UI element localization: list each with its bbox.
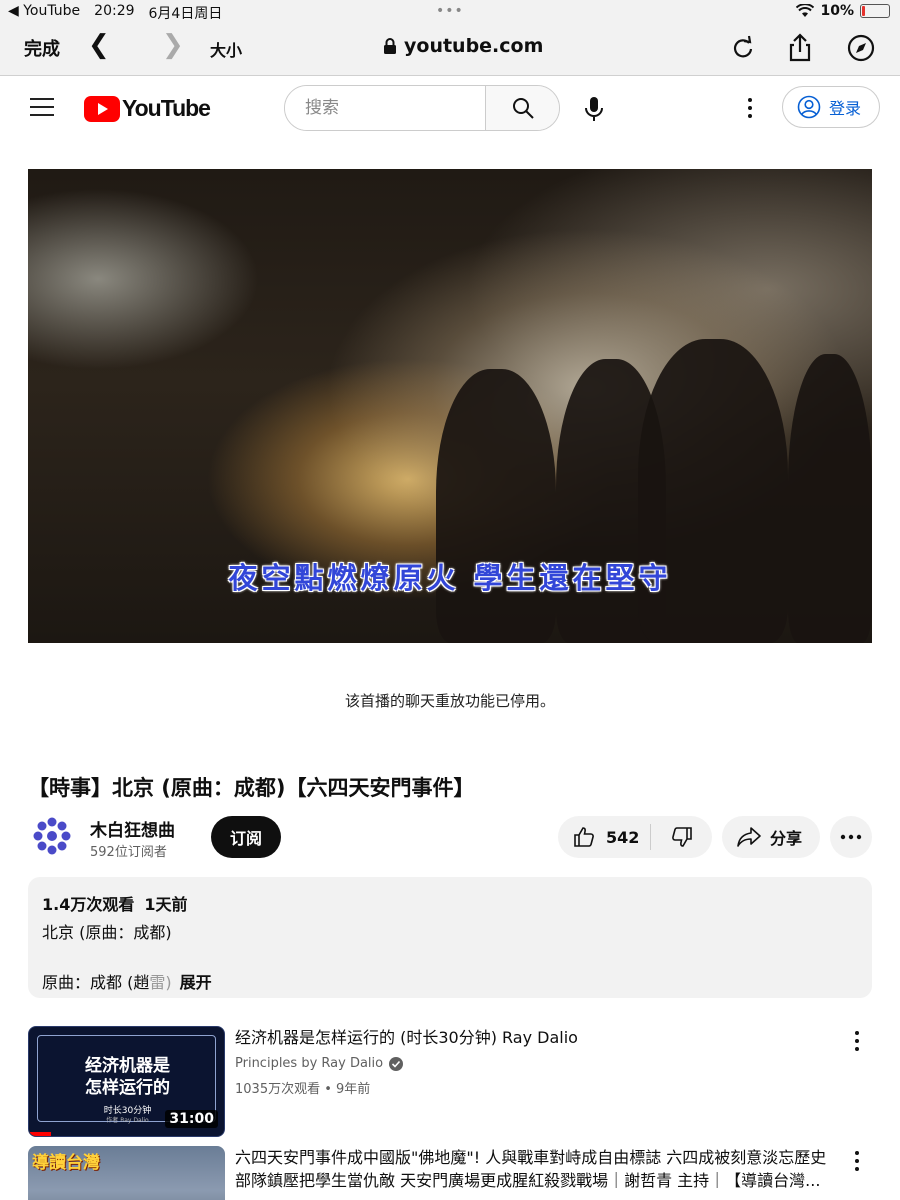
chat-replay-notice: 该首播的聊天重放功能已停用。 — [344, 692, 555, 710]
youtube-logo-text: YouTube — [122, 95, 211, 121]
youtube-play-icon — [84, 95, 120, 122]
watch-progress-bar — [29, 1132, 51, 1136]
description-box[interactable]: 1.4万次观看 1天前 北京 (原曲：成都) 原曲：成都 (趙 雷) 展开 — [28, 877, 872, 998]
verified-icon — [389, 1056, 404, 1071]
subscriber-count: 592位订阅者 — [90, 845, 167, 860]
back-to-app-link[interactable]: ◀ YouTube — [8, 3, 80, 23]
compass-icon[interactable] — [845, 32, 877, 64]
multitasking-dots[interactable]: ••• — [436, 3, 464, 19]
search-icon — [512, 98, 534, 119]
menu-icon[interactable] — [30, 98, 54, 116]
share-icon[interactable] — [784, 32, 816, 64]
back-chevron-icon[interactable]: ❮ — [88, 30, 110, 60]
address-bar[interactable]: youtube.com — [383, 35, 543, 57]
search-box: 搜索 — [284, 85, 560, 131]
like-dislike-group: 542 — [558, 816, 712, 858]
video-duration: 31:00 — [165, 1110, 218, 1128]
login-button[interactable]: 登录 — [782, 86, 880, 128]
recommended-channel-name[interactable]: Principles by Ray Dalio — [235, 1056, 383, 1071]
video-subtitle: 夜空點燃燎原火 學生還在堅守 — [228, 561, 672, 595]
video-thumbnail[interactable]: 经济机器是 怎样运行的 时长30分钟 作者 Ray Dalio 31:00 — [28, 1026, 225, 1137]
dislike-button[interactable] — [651, 825, 712, 849]
recommended-video-title[interactable]: 经济机器是怎样运行的 (时长30分钟) Ray Dalio — [235, 1026, 835, 1049]
recommended-video[interactable]: 導讀台灣 六四天安門事件成中國版"佛地魔"! 人與戰車對峙成自由標誌 六四成被刻… — [28, 1146, 872, 1200]
more-vertical-icon[interactable] — [850, 1150, 864, 1172]
share-button[interactable]: 分享 — [722, 816, 820, 858]
more-horizontal-icon — [840, 834, 862, 840]
forward-chevron-icon[interactable]: ❯ — [162, 30, 184, 60]
description-line: 原曲：成都 (趙 — [42, 973, 150, 992]
video-thumbnail[interactable]: 導讀台灣 — [28, 1146, 225, 1200]
safari-toolbar: 完成 ❮ ❯ 大小 youtube.com — [0, 24, 900, 76]
thumbnail-title: 经济机器是 怎样运行的 — [85, 1056, 170, 1098]
more-actions-button[interactable] — [830, 816, 872, 858]
like-count: 542 — [606, 827, 640, 847]
video-player[interactable]: 夜空點燃燎原火 學生還在堅守 — [28, 169, 872, 643]
like-button[interactable]: 542 — [558, 825, 650, 849]
share-label: 分享 — [770, 829, 803, 848]
view-count: 1.4万次观看 — [42, 895, 135, 914]
youtube-logo[interactable]: YouTube — [84, 95, 211, 122]
expand-button[interactable]: 展开 — [180, 969, 212, 993]
account-icon — [797, 95, 821, 119]
microphone-icon[interactable] — [582, 96, 606, 122]
description-faded-text: 雷) — [149, 973, 172, 992]
battery-icon — [860, 4, 890, 18]
reload-icon[interactable] — [727, 32, 759, 64]
status-date: 6月4日周日 — [148, 6, 223, 22]
description-line: 北京 (原曲：成都) — [42, 923, 172, 942]
recommended-video[interactable]: 经济机器是 怎样运行的 时长30分钟 作者 Ray Dalio 31:00 经济机… — [28, 1026, 872, 1138]
channel-name[interactable]: 木白狂想曲 — [90, 816, 175, 841]
channel-avatar[interactable] — [32, 816, 72, 856]
login-label: 登录 — [829, 99, 862, 118]
text-size-button[interactable]: 大小 — [210, 37, 242, 61]
lock-icon — [384, 37, 396, 54]
recommended-video-title[interactable]: 六四天安門事件成中國版"佛地魔"! 人與戰車對峙成自由標誌 六四成被刻意淡忘歷史… — [235, 1146, 835, 1192]
youtube-header: YouTube 搜索 登录 — [0, 76, 900, 140]
wifi-icon — [796, 4, 815, 17]
more-vertical-icon[interactable] — [740, 96, 760, 120]
url-text: youtube.com — [404, 35, 544, 57]
battery-percent: 10% — [820, 3, 854, 19]
upload-age: 1天前 — [144, 895, 188, 914]
thumbs-up-icon — [574, 827, 594, 847]
status-bar: ◀ YouTube 20:29 6月4日周日 ••• 10% — [0, 0, 900, 24]
search-input[interactable]: 搜索 — [285, 86, 485, 130]
done-button[interactable]: 完成 — [24, 35, 60, 61]
share-arrow-icon — [737, 827, 761, 847]
channel-row: 木白狂想曲 592位订阅者 订阅 542 分享 — [28, 814, 872, 860]
video-title: 【時事】北京 (原曲：成都)【六四天安門事件】 — [28, 776, 475, 800]
subscribe-button[interactable]: 订阅 — [211, 816, 281, 858]
more-vertical-icon[interactable] — [850, 1030, 864, 1052]
thumbs-down-icon — [671, 827, 692, 847]
recommended-video-meta: 1035万次观看 • 9年前 — [235, 1082, 371, 1097]
search-button[interactable] — [485, 86, 559, 130]
thumbnail-title: 導讀台灣 — [32, 1153, 100, 1173]
status-time: 20:29 — [94, 3, 135, 19]
